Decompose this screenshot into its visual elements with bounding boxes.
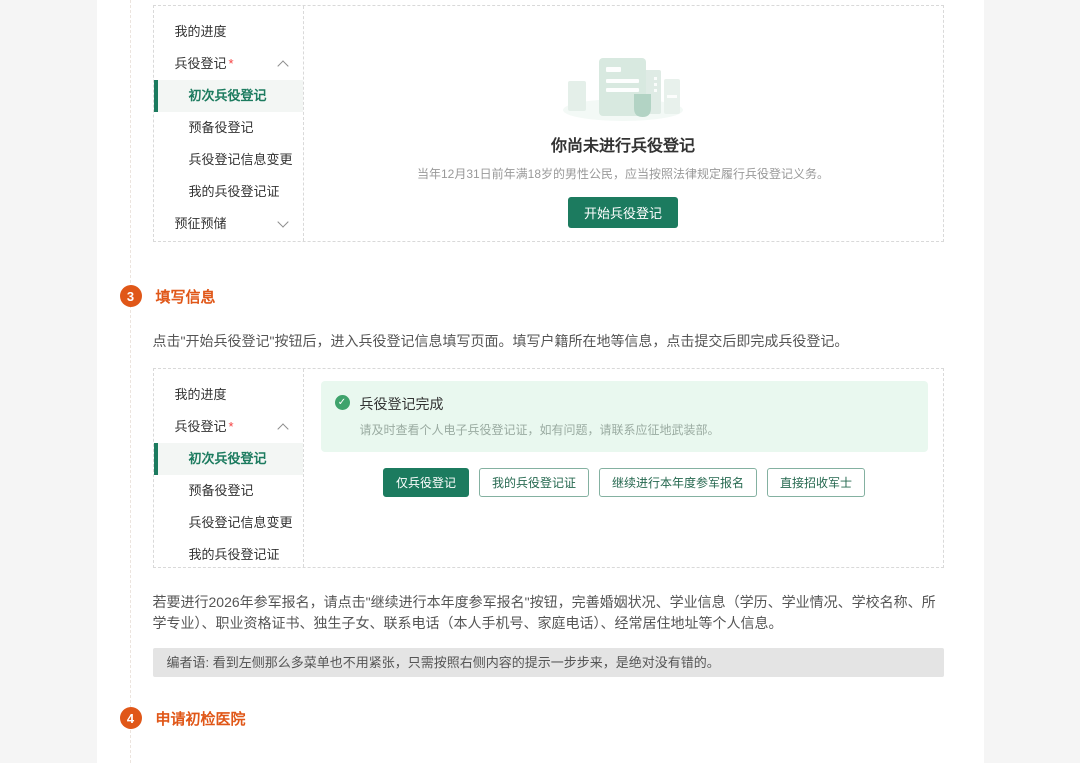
required-asterisk: *	[229, 56, 234, 71]
step-4-badge: 4	[120, 707, 142, 729]
sidebar-item[interactable]: 兵役登记*	[154, 48, 303, 80]
sidebar-item[interactable]: 我的兵役登记证*	[154, 176, 303, 208]
sidebar-item-label: 初次兵役登记	[189, 451, 267, 466]
sidebar-item-label: 初次兵役登记	[189, 88, 267, 103]
step-3-paragraph: 点击"开始兵役登记"按钮后，进入兵役登记信息填写页面。填写户籍所在地等信息，点击…	[153, 331, 949, 352]
check-circle-icon: ✓	[335, 395, 350, 410]
sidebar-item-label: 兵役登记	[175, 419, 227, 434]
action-button[interactable]: 我的兵役登记证	[479, 468, 589, 497]
action-button[interactable]: 直接招收军士	[767, 468, 865, 497]
sidebar-item-label: 兵役登记信息变更	[189, 152, 293, 167]
action-button[interactable]: 仅兵役登记	[383, 468, 469, 497]
sidebar-item[interactable]: 我的进度*	[154, 379, 303, 411]
action-button[interactable]: 继续进行本年度参军报名	[599, 468, 757, 497]
sidebar: 我的进度* 兵役登记* 初次兵役登记* 预备役登记* 兵役登记信息变更* 我的兵…	[154, 369, 304, 567]
empty-state-title: 你尚未进行兵役登记	[304, 132, 943, 156]
sidebar-item-label: 我的进度	[175, 387, 227, 402]
sidebar-item-label: 预备役登记	[189, 120, 254, 135]
sidebar-item-label: 兵役登记信息变更	[189, 515, 293, 530]
action-button-row: 仅兵役登记我的兵役登记证继续进行本年度参军报名直接招收军士	[321, 468, 928, 497]
success-alert: ✓ 兵役登记完成 请及时查看个人电子兵役登记证，如有问题，请联系应征地武装部。	[321, 381, 928, 452]
step-3-title: 填写信息	[156, 286, 216, 307]
sidebar-item-label: 预征预储	[175, 216, 227, 231]
success-text: 兵役登记完成 请及时查看个人电子兵役登记证，如有问题，请联系应征地武装部。	[360, 394, 720, 438]
sidebar-item-label: 我的进度	[175, 24, 227, 39]
sidebar-item[interactable]: 我的进度*	[154, 16, 303, 48]
panel-main-complete: ✓ 兵役登记完成 请及时查看个人电子兵役登记证，如有问题，请联系应征地武装部。 …	[304, 369, 943, 567]
required-asterisk: *	[229, 419, 234, 434]
registration-panel-empty: 我的进度* 兵役登记* 初次兵役登记* 预备役登记* 兵役登记信息变更* 我的兵…	[153, 5, 944, 242]
step-timeline	[130, 0, 131, 763]
page: 我的进度* 兵役登记* 初次兵役登记* 预备役登记* 兵役登记信息变更* 我的兵…	[97, 0, 984, 763]
sidebar-item-label: 预备役登记	[189, 483, 254, 498]
sidebar-item[interactable]: 兵役登记信息变更*	[154, 507, 303, 539]
editor-note: 编者语: 看到左侧那么多菜单也不用紧张，只需按照右侧内容的提示一步步来，是绝对没…	[153, 648, 944, 677]
step-3-heading: 3 填写信息	[120, 285, 216, 307]
sidebar-item[interactable]: 兵役登记*	[154, 411, 303, 443]
sidebar-item[interactable]: 初次兵役登记*	[154, 80, 303, 112]
empty-state-desc: 当年12月31日前年满18岁的男性公民，应当按照法律规定履行兵役登记义务。	[304, 165, 943, 182]
step-3-badge: 3	[120, 285, 142, 307]
chevron-icon	[277, 216, 288, 227]
sidebar: 我的进度* 兵役登记* 初次兵役登记* 预备役登记* 兵役登记信息变更* 我的兵…	[154, 6, 304, 241]
start-registration-button[interactable]: 开始兵役登记	[568, 197, 678, 228]
sidebar-item-label: 我的兵役登记证	[189, 547, 280, 562]
chevron-icon	[277, 60, 288, 71]
registration-panel-complete: 我的进度* 兵役登记* 初次兵役登记* 预备役登记* 兵役登记信息变更* 我的兵…	[153, 368, 944, 568]
step-4-heading: 4 申请初检医院	[120, 707, 246, 729]
sidebar-item-label: 兵役登记	[175, 56, 227, 71]
success-title: 兵役登记完成	[360, 394, 720, 414]
sidebar-item-label: 我的兵役登记证	[189, 184, 280, 199]
step-4-title: 申请初检医院	[156, 708, 246, 729]
success-desc: 请及时查看个人电子兵役登记证，如有问题，请联系应征地武装部。	[360, 421, 720, 438]
sidebar-item[interactable]: 初次兵役登记*	[154, 443, 303, 475]
sidebar-item[interactable]: 预征预储*	[154, 208, 303, 240]
sidebar-item[interactable]: 我的兵役登记证*	[154, 539, 303, 567]
sidebar-item[interactable]: 预备役登记*	[154, 112, 303, 144]
step-3-paragraph-2: 若要进行2026年参军报名，请点击"继续进行本年度参军报名"按钮，完善婚姻状况、…	[153, 592, 949, 634]
sidebar-item[interactable]: 兵役登记信息变更*	[154, 144, 303, 176]
chevron-icon	[277, 423, 288, 434]
sidebar-item[interactable]: 预备役登记*	[154, 475, 303, 507]
panel-main-empty: 你尚未进行兵役登记 当年12月31日前年满18岁的男性公民，应当按照法律规定履行…	[304, 6, 943, 241]
document-buildings-illustration	[558, 54, 688, 122]
